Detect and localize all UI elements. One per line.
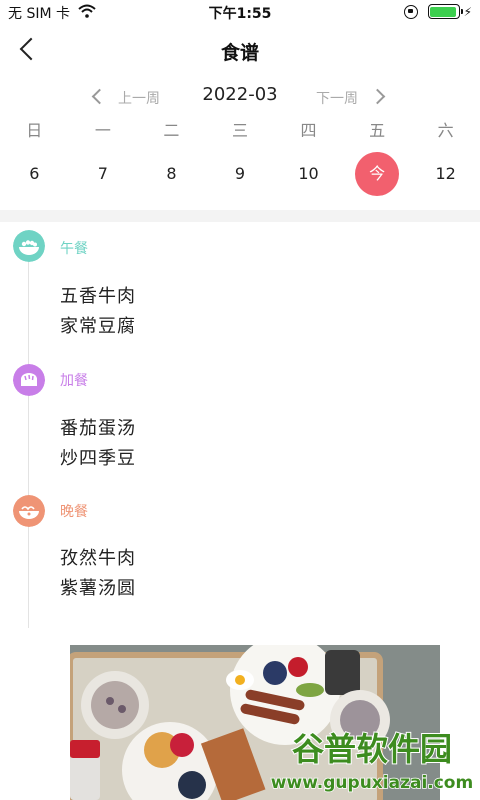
battery-level (430, 6, 456, 17)
battery-icon (427, 4, 463, 19)
date-cell[interactable]: 10 (274, 152, 343, 196)
weekday-header: 日 一 二 三 四 五 六 (0, 120, 480, 142)
dish-item: 五香牛肉 (60, 286, 136, 307)
rotation-lock-icon (403, 4, 418, 19)
date-cell[interactable]: 7 (69, 152, 138, 196)
date-label: 6 (29, 164, 40, 183)
rice-bowl-icon (13, 230, 45, 262)
meal-label-snack: 加餐 (60, 373, 88, 389)
status-bar: 无 SIM 卡 下午1:55 ⚡ (0, 0, 480, 24)
weekday-sat: 六 (437, 121, 454, 140)
dish-item: 紫薯汤圆 (60, 578, 136, 599)
date-row: 6 7 8 9 10 今 12 (0, 152, 480, 196)
watermark-logo: 谷普软件园 www.gupuxiazai.com (262, 722, 480, 800)
date-cell-today[interactable]: 今 (343, 152, 412, 196)
today-badge: 今 (355, 152, 400, 196)
timeline-line (28, 240, 29, 628)
dish-item: 炒四季豆 (60, 448, 136, 469)
nav-bar: 食谱 (0, 28, 480, 72)
meal-label-lunch: 午餐 (60, 241, 88, 257)
next-week-chevron-icon[interactable] (372, 89, 386, 103)
bread-icon (13, 364, 45, 396)
date-label: 8 (166, 164, 177, 183)
date-cell[interactable]: 8 (137, 152, 206, 196)
date-label: 7 (97, 164, 108, 183)
section-divider (0, 210, 480, 222)
meal-label-dinner: 晚餐 (60, 504, 88, 520)
weekday-mon: 一 (94, 121, 111, 140)
weekday-wed: 三 (231, 121, 248, 140)
weekday-sun: 日 (26, 121, 43, 140)
date-label: 12 (435, 164, 456, 183)
weekday-fri: 五 (369, 121, 386, 140)
status-right: ⚡ (403, 4, 472, 19)
page-title: 食谱 (220, 42, 259, 64)
svg-text:www.gupuxiazai.com: www.gupuxiazai.com (271, 773, 473, 793)
charging-icon: ⚡ (463, 4, 472, 19)
weekday-thu: 四 (300, 121, 317, 140)
svg-text:谷普软件园: 谷普软件园 (292, 730, 452, 768)
date-label: 10 (298, 164, 319, 183)
current-month: 2022-03 (202, 84, 278, 105)
dish-item: 家常豆腐 (60, 316, 136, 337)
dish-item: 孜然牛肉 (60, 548, 136, 569)
date-label: 9 (234, 164, 246, 183)
next-week-button[interactable]: 下一周 (316, 88, 358, 108)
week-switcher: 上一周 2022-03 下一周 (0, 84, 480, 110)
weekday-tue: 二 (163, 121, 180, 140)
date-cell[interactable]: 9 (206, 152, 275, 196)
date-cell[interactable]: 12 (411, 152, 480, 196)
dish-item: 番茄蛋汤 (60, 418, 136, 439)
date-cell[interactable]: 6 (0, 152, 69, 196)
noodle-bowl-icon (13, 495, 45, 527)
